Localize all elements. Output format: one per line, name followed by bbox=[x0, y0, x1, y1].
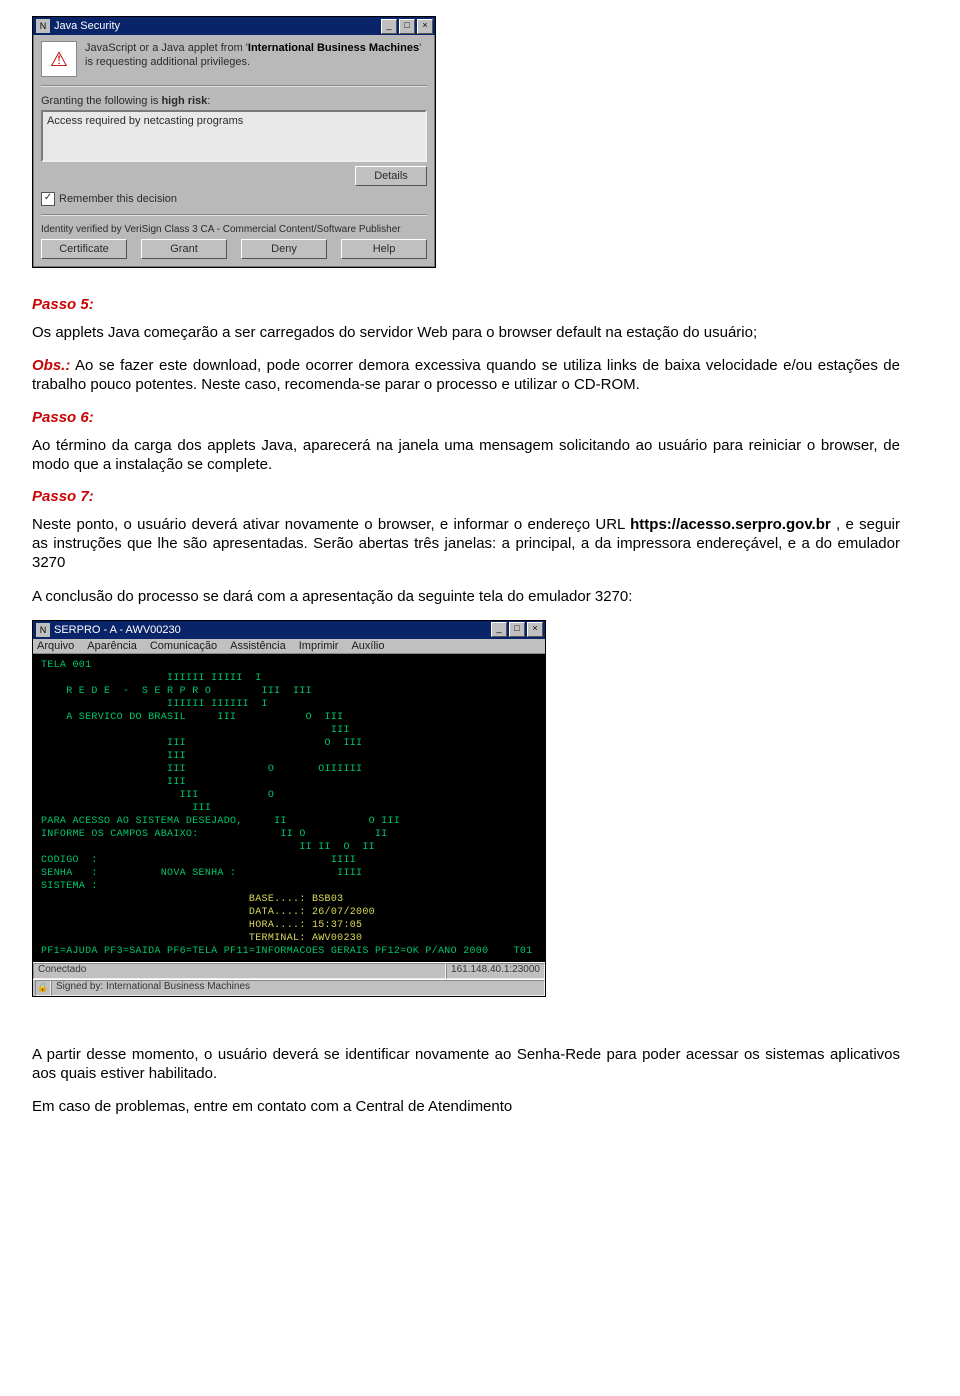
menu-aparencia[interactable]: Aparência bbox=[87, 640, 137, 652]
menu-arquivo[interactable]: Arquivo bbox=[37, 640, 74, 652]
maximize-button[interactable]: □ bbox=[399, 19, 415, 34]
terminal-statusbar: Conectado 161.148.40.1:23000 bbox=[33, 962, 545, 979]
screen-yellow: BASE....: BSB03 DATA....: 26/07/2000 HOR… bbox=[41, 894, 375, 944]
details-button[interactable]: Details bbox=[355, 166, 427, 186]
passo6-heading: Passo 6: bbox=[32, 409, 900, 426]
close-button[interactable]: × bbox=[417, 19, 433, 34]
conclusao-text: A conclusão do processo se dará com a ap… bbox=[32, 587, 900, 606]
menu-auxilio[interactable]: Auxílio bbox=[351, 640, 384, 652]
menu-assistencia[interactable]: Assistência bbox=[230, 640, 286, 652]
grant-suffix: : bbox=[207, 95, 210, 107]
certificate-button[interactable]: Certificate bbox=[41, 239, 127, 259]
signed-by: Signed by: International Business Machin… bbox=[51, 980, 545, 996]
obs-text: Ao se fazer este download, pode ocorrer … bbox=[32, 357, 900, 393]
terminal-signedbar: 🔒 Signed by: International Business Mach… bbox=[33, 979, 545, 996]
passo5-text: Os applets Java começarão a ser carregad… bbox=[32, 323, 900, 342]
grant-prefix: Granting the following is bbox=[41, 95, 161, 107]
deny-button[interactable]: Deny bbox=[241, 239, 327, 259]
status-left: Conectado bbox=[33, 963, 446, 979]
passo7-heading: Passo 7: bbox=[32, 488, 900, 505]
menu-comunicacao[interactable]: Comunicação bbox=[150, 640, 217, 652]
titlebar[interactable]: N Java Security _ □ × bbox=[33, 17, 435, 35]
terminal-titlebar[interactable]: N SERPRO - A - AWV00230 _ □ × bbox=[33, 621, 545, 639]
identity-verified: Identity verified by VeriSign Class 3 CA… bbox=[41, 224, 427, 235]
access-list: Access required by netcasting programs bbox=[41, 110, 427, 162]
terminal-menubar: Arquivo Aparência Comunicação Assistênci… bbox=[33, 639, 545, 654]
help-button[interactable]: Help bbox=[341, 239, 427, 259]
passo7-url: https://acesso.serpro.gov.br bbox=[630, 516, 831, 533]
final1-text: A partir desse momento, o usuário deverá… bbox=[32, 1045, 900, 1083]
terminal-app-icon: N bbox=[36, 623, 50, 637]
passo7-text: Neste ponto, o usuário deverá ativar nov… bbox=[32, 515, 900, 573]
dialog-message: JavaScript or a Java applet from 'Intern… bbox=[85, 41, 427, 77]
remember-label: Remember this decision bbox=[59, 193, 177, 205]
grant-risk-line: Granting the following is high risk: bbox=[41, 95, 427, 107]
final2-text: Em caso de problemas, entre em contato c… bbox=[32, 1097, 900, 1116]
grant-bold: high risk bbox=[161, 95, 207, 107]
lock-icon: 🔒 bbox=[35, 980, 51, 996]
terminal-minimize-button[interactable]: _ bbox=[491, 622, 507, 637]
terminal-title: SERPRO - A - AWV00230 bbox=[54, 624, 491, 636]
msg-bold: International Business Machines bbox=[248, 42, 419, 54]
window-title: Java Security bbox=[54, 20, 381, 32]
terminal-close-button[interactable]: × bbox=[527, 622, 543, 637]
obs-label: Obs.: bbox=[32, 357, 70, 374]
java-security-dialog: N Java Security _ □ × ⚠ JavaScript or a … bbox=[32, 16, 436, 268]
screen-footer: PF1=AJUDA PF3=SAIDA PF6=TELA PF11=INFORM… bbox=[41, 946, 532, 957]
passo5-heading: Passo 5: bbox=[32, 296, 900, 313]
screen-green: TELA 001 IIIIII IIIII I R E D E - S E R … bbox=[41, 660, 400, 892]
terminal-maximize-button[interactable]: □ bbox=[509, 622, 525, 637]
terminal-screen[interactable]: TELA 001 IIIIII IIIII I R E D E - S E R … bbox=[33, 654, 545, 962]
app-icon: N bbox=[36, 19, 50, 33]
passo7-a: Neste ponto, o usuário deverá ativar nov… bbox=[32, 516, 630, 533]
msg-prefix: JavaScript or a Java applet from ' bbox=[85, 42, 248, 54]
menu-imprimir[interactable]: Imprimir bbox=[299, 640, 339, 652]
grant-button[interactable]: Grant bbox=[141, 239, 227, 259]
status-right: 161.148.40.1:23000 bbox=[446, 963, 545, 979]
terminal-window: N SERPRO - A - AWV00230 _ □ × Arquivo Ap… bbox=[32, 620, 546, 997]
minimize-button[interactable]: _ bbox=[381, 19, 397, 34]
remember-checkbox[interactable]: ✓ bbox=[41, 192, 55, 206]
passo6-text: Ao término da carga dos applets Java, ap… bbox=[32, 436, 900, 474]
warning-icon: ⚠ bbox=[41, 41, 77, 77]
obs-paragraph: Obs.: Ao se fazer este download, pode oc… bbox=[32, 356, 900, 394]
